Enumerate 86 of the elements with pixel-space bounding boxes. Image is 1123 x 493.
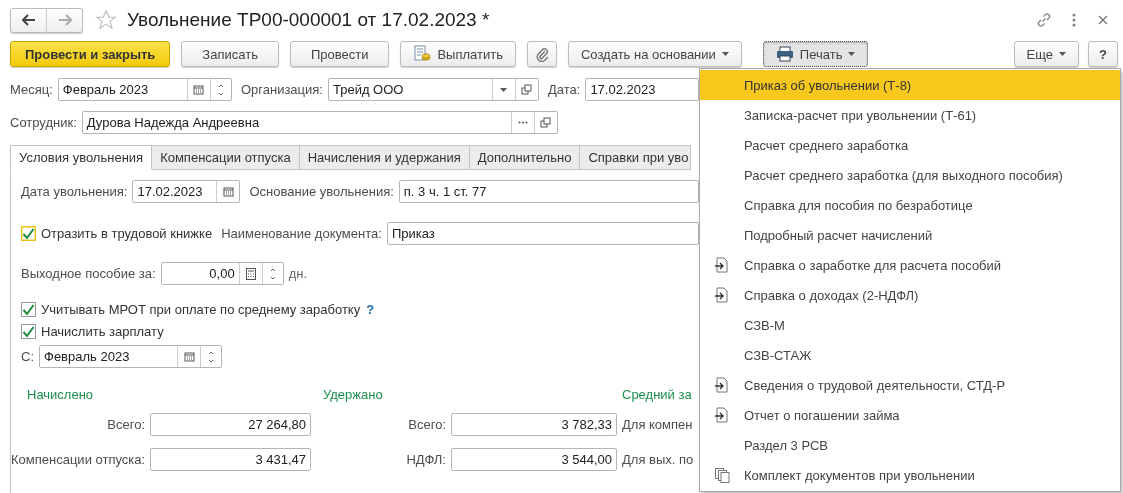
menu-item[interactable]: Приказ об увольнении (Т-8)	[700, 70, 1120, 100]
field-label: Всего:	[107, 417, 145, 432]
menu-item[interactable]: Справка о доходах (2-НДФЛ)	[700, 280, 1120, 310]
paperclip-icon	[534, 46, 549, 62]
tab[interactable]: Дополнительно	[469, 145, 581, 170]
field-label: Организация:	[240, 82, 323, 97]
back-arrow-icon	[21, 14, 36, 26]
section-heading: Начислено	[26, 386, 95, 404]
field-label: Компенсации отпуска:	[11, 452, 146, 467]
checkbox-label: Учитывать МРОТ при оплате по среднему заработку	[41, 302, 361, 317]
field-label: Дата:	[548, 82, 581, 97]
menu-item[interactable]: Отчет о погашении займа	[700, 400, 1120, 430]
unit-label: дн.	[288, 266, 308, 281]
field-label: Наименование документа:	[221, 226, 382, 241]
amount-field[interactable]: 3 544,00	[451, 448, 617, 471]
menu-item[interactable]: Записка-расчет при увольнении (Т-61)	[700, 100, 1120, 130]
date-field[interactable]: 17.02.2023	[585, 78, 699, 101]
link-icon[interactable]	[1035, 11, 1053, 29]
field-label: Выходное пособие за:	[21, 266, 156, 281]
field-label: Основание увольнения:	[249, 184, 394, 199]
amount-field[interactable]: 3 431,47	[150, 448, 311, 471]
month-field[interactable]: Февраль 2023	[57, 78, 232, 101]
menu-item[interactable]: Расчет среднего заработка	[700, 130, 1120, 160]
severance-field[interactable]: 0,00	[160, 262, 284, 285]
document-arrow-icon	[714, 287, 730, 303]
menu-item[interactable]: Расчет среднего заработка (для выходного пособия)	[700, 160, 1120, 190]
section-heading: Удержано	[322, 386, 384, 404]
attach-button[interactable]	[526, 41, 557, 67]
toolbar-button[interactable]: Провести и закрыть	[10, 41, 171, 67]
caret-icon	[848, 52, 856, 56]
caret-icon	[1059, 52, 1067, 56]
basis-field[interactable]: п. 3 ч. 1 ст. 77	[398, 180, 699, 203]
toolbar-button[interactable]: Провести	[289, 41, 390, 67]
toolbar-button[interactable]: ?	[1088, 41, 1118, 67]
menu-item[interactable]: Сведения о трудовой деятельности, СТД-Р	[700, 370, 1120, 400]
field-label: Для компен	[622, 417, 693, 432]
amount-field[interactable]: 3 782,33	[451, 413, 617, 436]
menu-item[interactable]: Справка о заработке для расчета пособий	[700, 250, 1120, 280]
document-name-field[interactable]: Приказ	[386, 222, 699, 245]
forward-arrow-icon	[57, 14, 72, 26]
caret-icon	[721, 52, 729, 56]
menu-item[interactable]: СЗВ-М	[700, 310, 1120, 340]
field-label: Дата увольнения:	[21, 184, 128, 199]
document-arrow-icon	[714, 257, 730, 273]
more-options-icon[interactable]	[1071, 12, 1077, 28]
organization-field[interactable]: Трейд ООО	[327, 78, 539, 101]
menu-item[interactable]: СЗВ-СТАЖ	[700, 340, 1120, 370]
checkbox-label: Отразить в трудовой книжке	[41, 226, 213, 241]
window-title: Увольнение ТР00-000001 от 17.02.2023 *	[127, 9, 490, 31]
field-label: С:	[21, 349, 34, 364]
help-link[interactable]: ?	[366, 302, 375, 317]
documents-icon	[714, 467, 730, 483]
close-icon[interactable]	[1097, 14, 1109, 26]
document-arrow-icon	[714, 407, 730, 423]
checkbox[interactable]	[21, 226, 36, 241]
checkbox-label: Начислить зарплату	[41, 324, 164, 339]
checkbox[interactable]	[21, 302, 36, 317]
checkbox[interactable]	[21, 324, 36, 339]
tab[interactable]: Условия увольнения	[10, 145, 153, 170]
employee-field[interactable]: Дурова Надежда Андреевна	[81, 111, 558, 134]
document-coins-icon	[413, 45, 432, 63]
menu-item[interactable]: Комплект документов при увольнении	[700, 460, 1120, 490]
toolbar-button[interactable]: Еще	[1013, 41, 1080, 67]
field-label: Сотрудник:	[10, 115, 77, 130]
document-arrow-icon	[714, 377, 730, 393]
toolbar-button[interactable]: Печать	[762, 41, 869, 67]
toolbar-button[interactable]: Записать	[181, 41, 279, 67]
back-button[interactable]	[10, 7, 47, 33]
star-icon[interactable]	[95, 9, 117, 31]
menu-item[interactable]: Подробный расчет начислений	[700, 220, 1120, 250]
field-label: Месяц:	[10, 82, 53, 97]
printer-icon	[775, 46, 794, 62]
tab[interactable]: Компенсации отпуска	[152, 145, 300, 170]
toolbar-button[interactable]: Создать на основании	[567, 41, 742, 67]
field-label: Всего:	[408, 417, 446, 432]
month-field[interactable]: Февраль 2023	[39, 345, 222, 368]
field-label: НДФЛ:	[406, 452, 446, 467]
menu-item[interactable]: Справка для пособия по безработице	[700, 190, 1120, 220]
toolbar-button[interactable]: Выплатить	[400, 41, 516, 67]
date-field[interactable]: 17.02.2023	[132, 180, 241, 203]
section-heading: Средний за	[622, 386, 693, 404]
amount-field[interactable]: 27 264,80	[150, 413, 311, 436]
menu-item[interactable]: Раздел 3 РСВ	[700, 430, 1120, 460]
field-label: Для вых. по	[622, 452, 694, 467]
tab[interactable]: Начисления и удержания	[299, 145, 470, 170]
tab[interactable]: Справки при уво	[580, 145, 692, 170]
